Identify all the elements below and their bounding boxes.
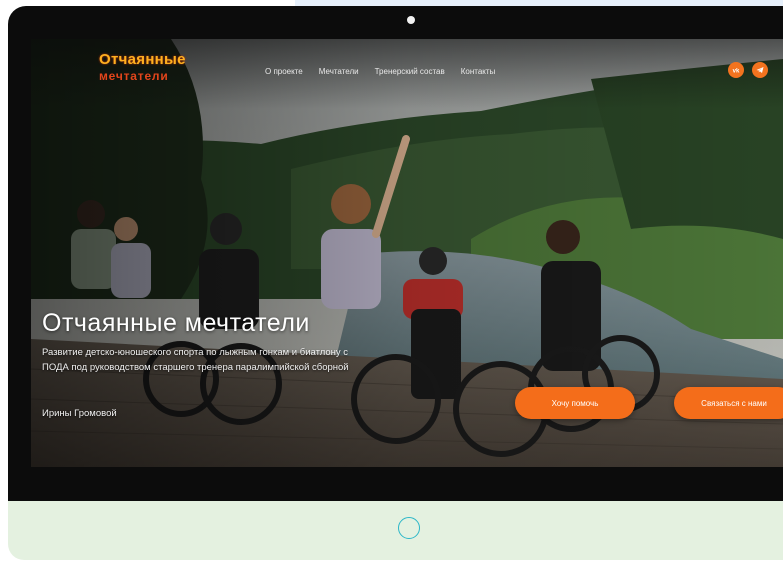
telegram-icon[interactable] [752,62,768,78]
logo-text-top: Отчаянные [99,51,186,68]
hero-title: Отчаянные мечтатели [42,309,310,337]
help-button[interactable]: Хочу помочь [515,387,635,419]
website-screen: Отчаянные мечтатели О проекте Мечтатели … [31,39,783,467]
hero-coach-name: Ирины Громовой [42,408,117,419]
site-logo[interactable]: Отчаянные мечтатели [95,51,205,87]
nav-item-about[interactable]: О проекте [265,67,303,76]
social-links: vk [728,62,768,78]
home-button[interactable] [398,517,420,539]
nav-item-contacts[interactable]: Контакты [461,67,496,76]
camera-dot [407,16,415,24]
hero-description: Развитие детско-юношеского спорта по лыж… [42,347,349,373]
nav-item-dreamers[interactable]: Мечтатели [319,67,359,76]
svg-text:vk: vk [733,69,740,75]
main-nav: О проекте Мечтатели Тренерский состав Ко… [265,67,495,76]
device-chin [8,501,783,560]
contact-button[interactable]: Связаться с нами [674,387,783,419]
logo-text-bottom: мечтатели [99,69,169,83]
nav-item-coaches[interactable]: Тренерский состав [375,67,445,76]
vk-icon[interactable]: vk [728,62,744,78]
